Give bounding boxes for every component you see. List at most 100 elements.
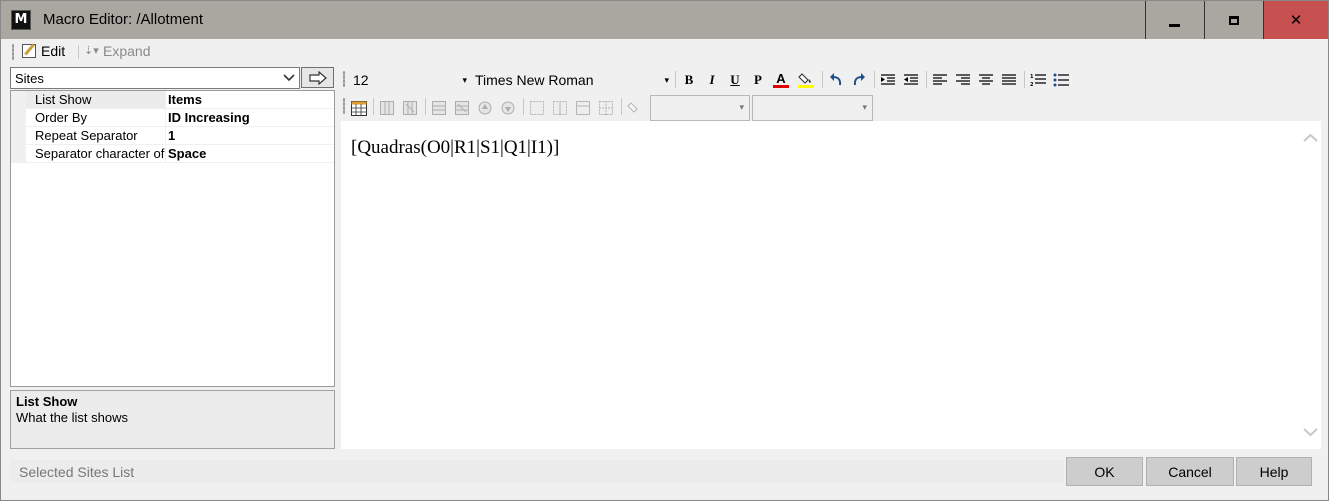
- row-gutter: [11, 91, 26, 109]
- align-center-button[interactable]: [976, 70, 996, 90]
- menu-separator: [78, 45, 79, 59]
- highlight-color-button[interactable]: [796, 70, 816, 90]
- row-gutter: [11, 145, 26, 163]
- menu-strip: Edit ⇣▾ Expand: [2, 39, 1320, 65]
- insert-column-button[interactable]: [377, 98, 397, 118]
- font-color-button[interactable]: A: [771, 70, 791, 90]
- align-left-button[interactable]: [930, 70, 950, 90]
- toolbar-separator: [1024, 71, 1025, 88]
- split-cells-button[interactable]: [550, 98, 570, 118]
- merge-cells-icon: [530, 101, 544, 115]
- property-row[interactable]: Order By ID Increasing: [11, 109, 334, 127]
- expand-menu-button[interactable]: ⇣▾ Expand: [84, 43, 150, 59]
- redo-icon: [853, 73, 865, 86]
- scroll-up-icon[interactable]: [1303, 133, 1318, 143]
- property-row[interactable]: List Show Items: [11, 91, 334, 109]
- scroll-down-icon[interactable]: [1303, 427, 1318, 437]
- font-name-select[interactable]: Times New Roman ▾: [471, 70, 671, 90]
- app-logo-icon: M: [11, 10, 31, 30]
- title-bar[interactable]: M Macro Editor: /Allotment ✕: [1, 1, 1328, 39]
- insert-column-icon: [380, 101, 394, 115]
- cancel-button[interactable]: Cancel: [1146, 457, 1234, 486]
- font-size-select[interactable]: 12 ▾: [349, 70, 469, 90]
- chevron-down-icon: ▾: [739, 102, 744, 112]
- insert-table-button[interactable]: [349, 98, 369, 118]
- macro-text-editor[interactable]: [Quadras(O0|R1|S1|Q1|I1)]: [341, 121, 1321, 449]
- property-row[interactable]: Separator character of Space: [11, 145, 334, 163]
- menu-grip[interactable]: [12, 44, 14, 60]
- move-up-button[interactable]: [475, 98, 495, 118]
- underline-icon: U: [730, 72, 740, 87]
- property-value[interactable]: Space: [166, 145, 334, 163]
- justify-button[interactable]: [999, 70, 1019, 90]
- increase-indent-button[interactable]: [878, 70, 898, 90]
- cell-color-button[interactable]: [625, 98, 645, 118]
- ok-button[interactable]: OK: [1066, 457, 1143, 486]
- font-color-icon: A: [776, 71, 786, 86]
- table-border-select[interactable]: ▾: [752, 95, 873, 121]
- table-style-select[interactable]: ▾: [650, 95, 750, 121]
- italic-icon: I: [709, 72, 715, 87]
- help-description: What the list shows: [16, 410, 128, 425]
- minimize-button[interactable]: [1145, 1, 1203, 39]
- toolbar-separator: [926, 71, 927, 88]
- table-properties-button[interactable]: [596, 98, 616, 118]
- chevron-down-icon: [283, 74, 295, 82]
- toolbar-separator: [425, 98, 426, 115]
- chevron-down-icon: ▾: [862, 102, 867, 112]
- delete-row-icon: [455, 101, 469, 115]
- insert-row-icon: [432, 101, 446, 115]
- split-cells-icon: [553, 101, 567, 115]
- toolbar-grip[interactable]: [343, 98, 345, 114]
- list-type-select[interactable]: Sites: [10, 67, 300, 89]
- table-icon: [351, 100, 367, 116]
- font-color-swatch: [773, 85, 789, 88]
- merge-cells-button[interactable]: [527, 98, 547, 118]
- property-row[interactable]: Repeat Separator 1: [11, 127, 334, 145]
- paragraph-icon: P: [754, 72, 762, 87]
- close-button[interactable]: ✕: [1263, 1, 1328, 39]
- property-value[interactable]: Items: [166, 91, 334, 109]
- italic-button[interactable]: I: [702, 70, 722, 90]
- insert-row-button[interactable]: [429, 98, 449, 118]
- property-value[interactable]: ID Increasing: [166, 109, 334, 127]
- edit-menu-button[interactable]: Edit: [22, 43, 65, 59]
- apply-arrow-button[interactable]: [301, 67, 334, 88]
- toolbar-separator: [874, 71, 875, 88]
- close-icon: ✕: [1289, 11, 1303, 29]
- toolbar-grip[interactable]: [343, 71, 345, 87]
- editor-content[interactable]: [Quadras(O0|R1|S1|Q1|I1)]: [351, 137, 559, 159]
- toolbar-separator: [822, 71, 823, 88]
- svg-text:1: 1: [1030, 74, 1034, 80]
- chevron-down-icon: ▾: [664, 75, 669, 85]
- align-center-icon: [979, 74, 993, 85]
- bold-button[interactable]: B: [679, 70, 699, 90]
- status-bar: Selected Sites List: [10, 460, 1064, 483]
- delete-row-button[interactable]: [452, 98, 472, 118]
- vertical-scrollbar[interactable]: [1300, 121, 1321, 449]
- bullet-list-button[interactable]: [1051, 70, 1071, 90]
- underline-button[interactable]: U: [725, 70, 745, 90]
- undo-button[interactable]: [826, 70, 846, 90]
- redo-button[interactable]: [849, 70, 869, 90]
- delete-column-button[interactable]: [400, 98, 420, 118]
- status-text: Selected Sites List: [19, 464, 135, 480]
- numbered-list-button[interactable]: 12: [1028, 70, 1048, 90]
- circle-down-icon: [501, 101, 515, 115]
- list-type-value: Sites: [15, 71, 44, 86]
- delete-column-icon: [403, 101, 417, 115]
- chevron-down-icon: ▾: [462, 75, 467, 85]
- paragraph-button[interactable]: P: [748, 70, 768, 90]
- move-down-button[interactable]: [498, 98, 518, 118]
- property-value[interactable]: 1: [166, 127, 334, 145]
- maximize-button[interactable]: [1204, 1, 1262, 39]
- help-button[interactable]: Help: [1236, 457, 1312, 486]
- minimize-icon: [1169, 23, 1180, 27]
- align-left-icon: [933, 74, 947, 85]
- cell-properties-button[interactable]: [573, 98, 593, 118]
- decrease-indent-button[interactable]: [901, 70, 921, 90]
- align-right-button[interactable]: [953, 70, 973, 90]
- row-gutter: [11, 127, 26, 145]
- property-name: Order By: [26, 109, 166, 127]
- bold-icon: B: [684, 72, 694, 87]
